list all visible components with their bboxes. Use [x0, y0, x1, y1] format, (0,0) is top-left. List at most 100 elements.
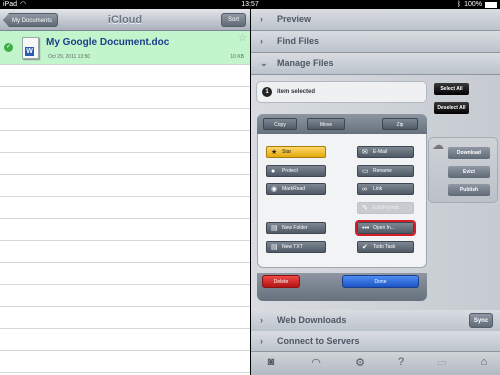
ellipsis-icon: •••	[362, 225, 370, 232]
edit-format-label: Edit/Format	[373, 205, 399, 211]
file-row[interactable]: ✓ My Google Document.doc Oct 29, 2011 13…	[0, 31, 250, 65]
rename-label: Rename	[373, 168, 392, 174]
edit-format-button: ✎ Edit/Format	[357, 202, 414, 214]
file-size: 10 KB	[230, 54, 244, 60]
empty-row	[0, 175, 250, 197]
battery-icon	[485, 2, 497, 8]
folder-title: iCloud	[107, 14, 143, 26]
monitor-icon[interactable]: ▭	[434, 356, 450, 369]
empty-row	[0, 197, 250, 219]
star-label: Star	[282, 149, 292, 155]
bottom-toolbar: ◙ ◠ ⚙ ? ▭ ⌂	[251, 351, 500, 375]
sort-button[interactable]: Sort	[220, 13, 246, 27]
move-button[interactable]: Move	[307, 118, 345, 130]
empty-row	[0, 131, 250, 153]
chevron-right-icon: ›	[260, 315, 263, 325]
markread-button[interactable]: ◉ MarkRead	[266, 183, 326, 195]
empty-row	[0, 109, 250, 131]
done-button[interactable]: Done	[342, 275, 419, 288]
envelope-icon: ✉	[362, 149, 368, 156]
bluetooth-icon: ᛒ	[456, 1, 462, 8]
section-label: Web Downloads	[277, 315, 347, 325]
empty-row	[0, 65, 250, 87]
section-find-files[interactable]: › Find Files	[251, 31, 500, 53]
download-button[interactable]: Download	[448, 147, 490, 159]
chevron-right-icon: ›	[260, 14, 263, 24]
empty-row	[0, 285, 250, 307]
star-icon: ★	[271, 149, 278, 156]
cloud-icon: ☁	[432, 138, 444, 152]
link-button[interactable]: ∞ Link	[357, 183, 414, 195]
selection-text: item selected	[277, 89, 316, 95]
empty-row	[0, 307, 250, 329]
star-button[interactable]: ★ Star	[266, 146, 326, 158]
markread-label: MarkRead	[282, 186, 306, 192]
new-txt-label: New TXT	[282, 244, 303, 250]
clock: 13:57	[241, 1, 259, 8]
gear-icon[interactable]: ⚙	[352, 356, 368, 369]
selection-count-badge: 1	[262, 87, 272, 97]
select-all-button[interactable]: Select All	[434, 83, 469, 95]
eye-icon: ◉	[271, 186, 278, 193]
email-button[interactable]: ✉ E-Mail	[357, 146, 414, 158]
todo-task-label: Todo Task	[373, 244, 396, 250]
help-icon[interactable]: ?	[393, 356, 409, 368]
file-list-pane: My Documents iCloud Sort ✓ My Google Doc…	[0, 9, 250, 375]
link-label: Link	[373, 186, 383, 192]
checkmark-icon[interactable]: ✓	[4, 43, 13, 52]
battery-percent: 100%	[464, 1, 482, 8]
open-in-button[interactable]: ••• Open In...	[355, 220, 416, 236]
protect-button[interactable]: ● Protect	[266, 165, 326, 177]
status-bar: iPad ◠ 13:57 ᛒ 100%	[0, 0, 500, 9]
file-date: Oct 29, 2011 13:50	[48, 54, 91, 60]
new-folder-button[interactable]: ▤ New Folder	[266, 222, 326, 234]
zip-button[interactable]: Zip	[382, 118, 418, 130]
section-manage-files[interactable]: ⌄ Manage Files	[251, 53, 500, 75]
empty-row	[0, 219, 250, 241]
sync-button[interactable]: Sync	[469, 313, 493, 328]
new-txt-icon: ▤	[271, 244, 278, 251]
lock-icon: ●	[271, 168, 276, 175]
section-label: Connect to Servers	[277, 336, 360, 346]
file-name: My Google Document.doc	[46, 37, 170, 48]
publish-button[interactable]: Publish	[448, 184, 490, 196]
deselect-all-button[interactable]: Deselect All	[434, 102, 469, 114]
folder-plus-icon: ▤	[271, 225, 278, 232]
protect-label: Protect	[282, 168, 298, 174]
section-preview[interactable]: › Preview	[251, 9, 500, 31]
copy-button[interactable]: Copy	[263, 118, 297, 130]
rename-button[interactable]: ▭ Rename	[357, 165, 414, 177]
delete-button[interactable]: Delete	[262, 275, 300, 288]
section-label: Preview	[277, 14, 312, 24]
todo-task-button[interactable]: ✔ Todo Task	[357, 241, 414, 253]
section-connect-servers[interactable]: › Connect to Servers	[251, 331, 500, 353]
chevron-down-icon: ⌄	[260, 58, 268, 68]
list-navbar: My Documents iCloud Sort	[0, 9, 250, 31]
empty-row	[0, 351, 250, 373]
camera-icon[interactable]: ◙	[263, 356, 279, 368]
edit-icon: ✎	[362, 205, 368, 212]
new-txt-button[interactable]: ▤ New TXT	[266, 241, 326, 253]
chevron-right-icon: ›	[260, 36, 263, 46]
section-web-downloads[interactable]: › Web Downloads Sync	[251, 310, 500, 332]
email-label: E-Mail	[373, 149, 388, 155]
checkmark-icon: ✔	[362, 244, 368, 251]
new-folder-label: New Folder	[282, 225, 308, 231]
evict-button[interactable]: Evict	[448, 166, 490, 178]
empty-row	[0, 241, 250, 263]
unlock-icon[interactable]: ⌂	[476, 356, 492, 368]
link-icon: ∞	[362, 186, 367, 193]
selection-count-box: 1 item selected	[256, 81, 427, 103]
section-label: Find Files	[277, 36, 320, 46]
word-document-icon	[22, 37, 39, 59]
empty-row	[0, 87, 250, 109]
empty-row	[0, 329, 250, 351]
empty-row	[0, 153, 250, 175]
empty-row	[0, 263, 250, 285]
favorite-star-icon[interactable]: ☆	[238, 33, 247, 44]
chevron-right-icon: ›	[260, 336, 263, 346]
open-in-label: Open In...	[373, 225, 395, 231]
rename-icon: ▭	[362, 168, 369, 175]
wifi-icon[interactable]: ◠	[308, 356, 324, 369]
section-label: Manage Files	[277, 58, 334, 68]
